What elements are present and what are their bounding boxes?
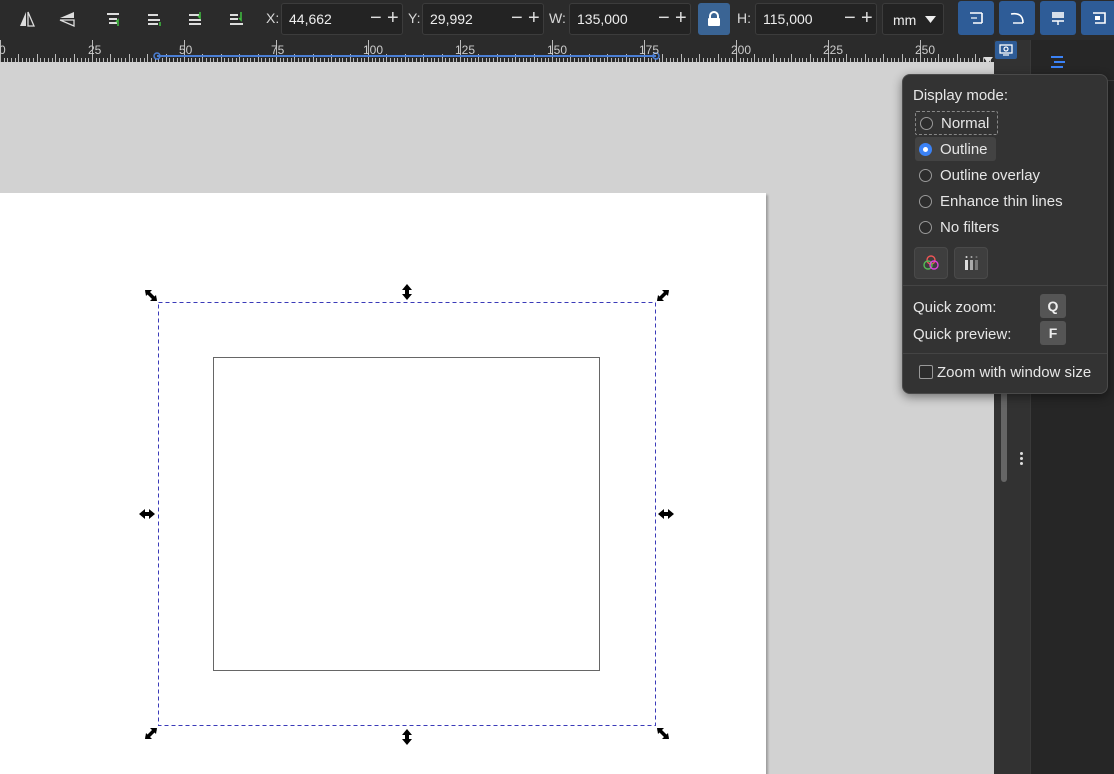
h-value: 115,000 — [763, 11, 813, 27]
rectangle-object[interactable] — [213, 357, 600, 671]
y-increment-button[interactable]: + — [528, 7, 540, 29]
handle-top-right[interactable] — [657, 290, 669, 301]
quick-zoom-key[interactable]: Q — [1040, 294, 1066, 318]
color-mode-icon — [923, 255, 939, 270]
mode-no-filters-radio[interactable] — [919, 220, 932, 234]
flip-vertical-icon[interactable] — [52, 6, 82, 32]
y-label: Y: — [408, 10, 421, 26]
move-patterns-icon — [1093, 12, 1106, 24]
color-mode-button[interactable] — [914, 247, 948, 279]
move-gradients-icon — [1052, 12, 1064, 25]
mode-normal-radio[interactable] — [920, 116, 933, 130]
w-field[interactable]: 135,000 − + — [569, 3, 691, 35]
h-decrement-button[interactable]: − — [844, 7, 856, 29]
unit-select[interactable]: mm — [882, 3, 944, 35]
mode-enhance-thin-lines-label: Enhance thin lines — [940, 192, 1063, 210]
h-increment-button[interactable]: + — [861, 7, 873, 29]
ruler-label: 150 — [547, 43, 568, 57]
display-mode-heading: Display mode: — [913, 87, 1009, 104]
mode-outline-label: Outline — [940, 140, 988, 158]
canvas-area[interactable] — [0, 62, 994, 774]
raise-to-top-icon[interactable] — [98, 6, 128, 32]
mode-normal-label: Normal — [941, 114, 990, 132]
ruler-label: 200 — [731, 43, 752, 57]
handle-bottom[interactable] — [402, 729, 412, 745]
mode-outline-overlay-option[interactable]: Outline overlay — [915, 163, 1040, 187]
h-label: H: — [737, 10, 751, 26]
zoom-window-label: Zoom with window size — [937, 364, 1092, 381]
horizontal-ruler[interactable]: 0 25 50 75 100 125 150 175 200 225 250 — [0, 40, 994, 62]
display-mode-icon — [999, 44, 1013, 56]
x-increment-button[interactable]: + — [387, 7, 399, 29]
unit-value: mm — [893, 12, 917, 28]
raise-icon[interactable] — [139, 6, 169, 32]
scale-corners-icon — [1010, 12, 1024, 24]
mode-enhance-thin-lines-radio[interactable] — [919, 194, 932, 208]
w-decrement-button[interactable]: − — [658, 7, 670, 29]
panel-resize-handle[interactable] — [1020, 452, 1023, 466]
ruler-label: 225 — [823, 43, 844, 57]
mode-outline-overlay-radio[interactable] — [919, 168, 932, 182]
layers-icon[interactable] — [1049, 54, 1067, 72]
y-field[interactable]: 29,992 − + — [422, 3, 544, 35]
quick-preview-label: Quick preview: — [913, 326, 1012, 343]
grayscale-icon — [965, 256, 978, 270]
chevron-down-icon — [925, 16, 936, 23]
quick-preview-key[interactable]: F — [1040, 321, 1066, 345]
transform-stroke-button[interactable] — [958, 1, 994, 35]
x-field[interactable]: 44,662 − + — [281, 3, 403, 35]
mode-outline-overlay-label: Outline overlay — [940, 166, 1041, 184]
lock-button[interactable] — [698, 3, 730, 35]
ruler-ticks — [0, 40, 991, 62]
handle-top-left[interactable] — [145, 290, 157, 301]
display-mode-popover: Display mode: Normal Outline Outline ove… — [902, 74, 1108, 394]
transform-patterns-button[interactable] — [1081, 1, 1114, 35]
ruler-label: 25 — [88, 43, 102, 57]
quick-zoom-label: Quick zoom: — [913, 299, 997, 316]
handle-top[interactable] — [402, 284, 412, 300]
flip-horizontal-icon[interactable] — [12, 6, 42, 32]
y-decrement-button[interactable]: − — [511, 7, 523, 29]
y-value: 29,992 — [430, 11, 473, 27]
grayscale-button[interactable] — [954, 247, 988, 279]
ruler-label: 0 — [0, 43, 6, 57]
handle-left[interactable] — [139, 509, 155, 519]
x-value: 44,662 — [289, 11, 332, 27]
ruler-label: 50 — [179, 43, 193, 57]
ruler-label: 125 — [455, 43, 476, 57]
zoom-window-checkbox[interactable] — [919, 365, 933, 379]
mode-no-filters-option[interactable]: No filters — [915, 215, 999, 239]
mode-normal-option[interactable]: Normal — [915, 111, 998, 135]
ruler-label: 75 — [271, 43, 285, 57]
tool-controls-bar: X: 44,662 − + Y: 29,992 − + W: 135,000 −… — [0, 0, 1114, 40]
handle-bottom-right[interactable] — [657, 728, 669, 739]
lower-icon[interactable] — [180, 6, 210, 32]
vertical-scrollbar-thumb[interactable] — [1001, 380, 1007, 482]
mode-outline-option[interactable]: Outline — [915, 137, 996, 161]
h-field[interactable]: 115,000 − + — [755, 3, 877, 35]
w-value: 135,000 — [577, 11, 628, 27]
ruler-label: 175 — [639, 43, 660, 57]
drawing-layer — [139, 284, 674, 745]
handle-bottom-left[interactable] — [145, 728, 157, 739]
w-label: W: — [549, 10, 566, 26]
mode-outline-radio[interactable] — [919, 142, 932, 156]
x-label: X: — [266, 10, 280, 26]
ruler-label: 250 — [915, 43, 936, 57]
transform-gradients-button[interactable] — [1040, 1, 1076, 35]
lock-icon — [708, 11, 720, 26]
handle-right[interactable] — [658, 509, 674, 519]
lower-to-bottom-icon[interactable] — [221, 6, 251, 32]
w-increment-button[interactable]: + — [675, 7, 687, 29]
ruler-label: 100 — [363, 43, 384, 57]
transform-corners-button[interactable] — [999, 1, 1035, 35]
mode-enhance-thin-lines-option[interactable]: Enhance thin lines — [915, 189, 1063, 213]
display-mode-button[interactable] — [995, 41, 1017, 59]
scale-stroke-icon — [970, 12, 983, 24]
mode-no-filters-label: No filters — [940, 218, 1000, 236]
x-decrement-button[interactable]: − — [370, 7, 382, 29]
